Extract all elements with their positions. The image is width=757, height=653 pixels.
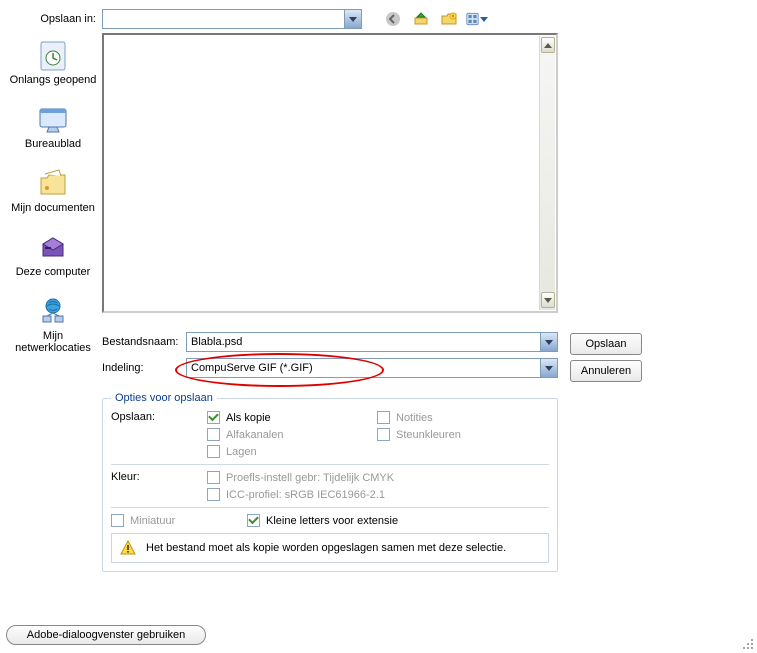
scroll-down-button[interactable]: [541, 292, 555, 308]
format-label: Indeling:: [102, 362, 186, 374]
location-combo[interactable]: [102, 9, 362, 29]
checkbox-proof-setup: Proefls-instell gebr: Tijdelijk CMYK: [207, 471, 394, 484]
format-combo[interactable]: CompuServe GIF (*.GIF): [186, 358, 558, 378]
new-folder-icon[interactable]: [438, 8, 460, 30]
scroll-up-button[interactable]: [541, 37, 555, 53]
checkbox-icc-profile: ICC-profiel: sRGB IEC61966-2.1: [207, 488, 394, 501]
sidebar-item-label: Mijn documenten: [11, 202, 95, 214]
location-value: [103, 17, 344, 21]
up-icon[interactable]: [410, 8, 432, 30]
checkbox-as-copy[interactable]: Als kopie: [207, 411, 377, 424]
checkbox-annotations: Notities: [377, 411, 461, 424]
warning-icon: [120, 540, 136, 556]
sidebar-item-network[interactable]: Mijn netwerklocaties: [8, 296, 98, 354]
checkbox-label: Als kopie: [226, 412, 271, 424]
filename-value: Blabla.psd: [187, 334, 540, 350]
sidebar-item-label: Deze computer: [16, 266, 91, 278]
checkbox-label: ICC-profiel: sRGB IEC61966-2.1: [226, 489, 385, 501]
filename-input[interactable]: Blabla.psd: [186, 332, 558, 352]
checkbox-label: Alfakanalen: [226, 429, 284, 441]
sidebar-item-computer[interactable]: Deze computer: [8, 232, 98, 278]
sidebar-item-desktop[interactable]: Bureaublad: [8, 104, 98, 150]
cancel-button[interactable]: Annuleren: [570, 360, 642, 382]
file-list-area[interactable]: [102, 33, 558, 313]
save-button[interactable]: Opslaan: [570, 333, 642, 355]
checkbox-alpha-channels: Alfakanalen: [207, 428, 377, 441]
resize-grip[interactable]: [739, 635, 753, 649]
documents-icon: [37, 168, 69, 200]
network-icon: [37, 296, 69, 328]
vertical-scrollbar[interactable]: [539, 36, 555, 310]
computer-icon: [37, 232, 69, 264]
sidebar-item-label: Bureaublad: [25, 138, 81, 150]
checkbox-label: Lagen: [226, 446, 257, 458]
filename-label: Bestandsnaam:: [102, 336, 186, 348]
save-options-group: Opties voor opslaan Opslaan: Als kopie A…: [102, 398, 558, 572]
checkbox-thumbnail: Miniatuur: [111, 514, 247, 527]
recent-icon: [37, 40, 69, 72]
checkbox-label: Steunkleuren: [396, 429, 461, 441]
warning-text: Het bestand moet als kopie worden opgesl…: [146, 542, 506, 554]
location-dropdown-button[interactable]: [344, 10, 361, 28]
checkbox-label: Notities: [396, 412, 433, 424]
checkbox-layers: Lagen: [207, 445, 377, 458]
back-icon[interactable]: [382, 8, 404, 30]
checkbox-lowercase-ext[interactable]: Kleine letters voor extensie: [247, 514, 398, 527]
sidebar-item-recent[interactable]: Onlangs geopend: [8, 40, 98, 86]
format-dropdown-button[interactable]: [540, 359, 557, 377]
sidebar-item-label: Mijn netwerklocaties: [8, 330, 98, 354]
views-icon[interactable]: [466, 8, 488, 30]
desktop-icon: [37, 104, 69, 136]
options-save-label: Opslaan:: [111, 411, 207, 458]
sidebar-item-documents[interactable]: Mijn documenten: [8, 168, 98, 214]
options-color-label: Kleur:: [111, 471, 207, 501]
save-in-label: Opslaan in:: [40, 13, 96, 25]
format-value: CompuServe GIF (*.GIF): [187, 360, 540, 376]
checkbox-spot-colors: Steunkleuren: [377, 428, 461, 441]
places-sidebar: Onlangs geopend Bureaublad Mijn document…: [8, 40, 98, 354]
checkbox-label: Miniatuur: [130, 515, 175, 527]
sidebar-item-label: Onlangs geopend: [10, 74, 97, 86]
filename-dropdown-button[interactable]: [540, 333, 557, 351]
checkbox-label: Kleine letters voor extensie: [266, 515, 398, 527]
checkbox-label: Proefls-instell gebr: Tijdelijk CMYK: [226, 472, 394, 484]
save-options-legend: Opties voor opslaan: [111, 392, 217, 404]
warning-bar: Het bestand moet als kopie worden opgesl…: [111, 533, 549, 563]
adobe-dialog-button[interactable]: Adobe-dialoogvenster gebruiken: [6, 625, 206, 645]
